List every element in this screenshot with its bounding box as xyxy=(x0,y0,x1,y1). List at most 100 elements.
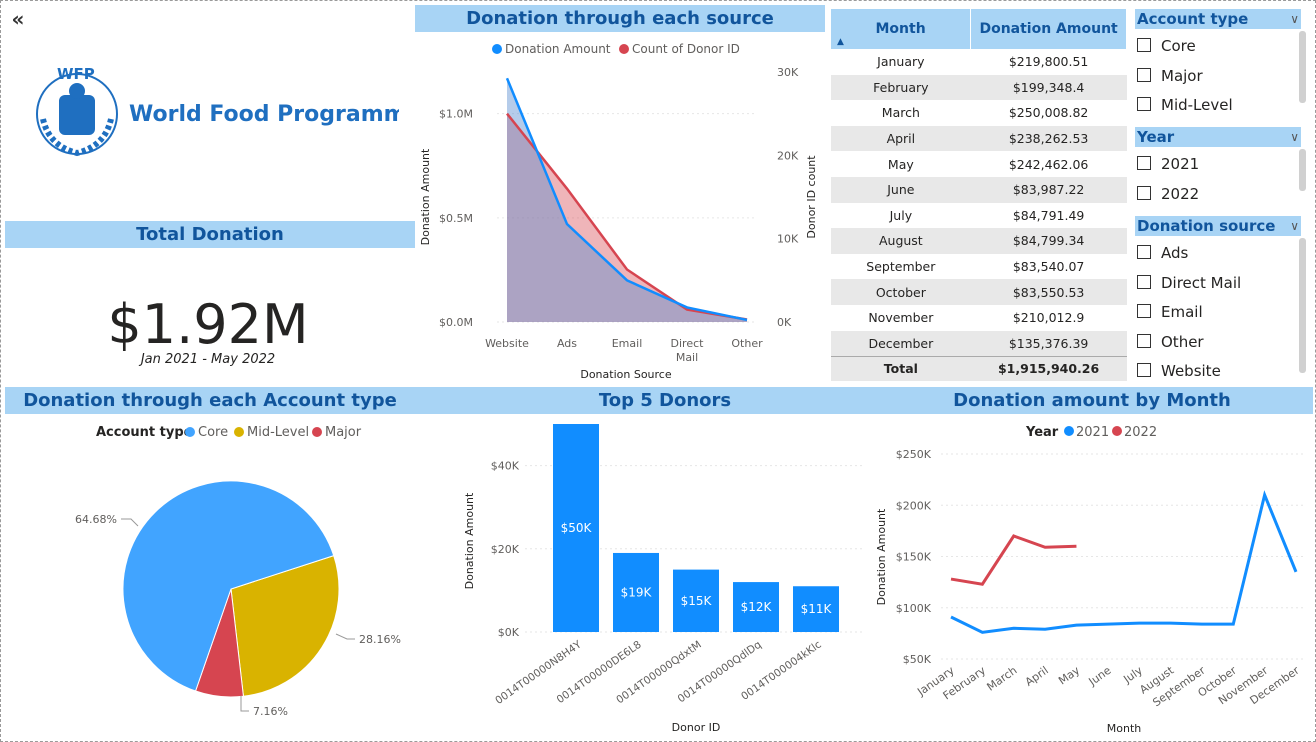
table-header-amount[interactable]: Donation Amount xyxy=(970,9,1127,49)
leader-line xyxy=(335,633,355,640)
bar-value-label: $12K xyxy=(741,600,773,614)
chevron-down-icon[interactable]: ∨ xyxy=(1290,216,1299,236)
pie-label-midlevel: 28.16% xyxy=(359,633,401,646)
y-tick-label: $0.0M xyxy=(439,316,473,329)
y2-tick-label: 10K xyxy=(777,233,799,246)
slicer-option-label: Core xyxy=(1161,37,1196,55)
table-row[interactable]: July $84,791.49 xyxy=(831,203,1127,229)
table-row[interactable]: August $84,799.34 xyxy=(831,228,1127,254)
table-row[interactable]: May $242,462.06 xyxy=(831,151,1127,177)
wfp-logo: WFP World Food Programme xyxy=(36,65,399,157)
table-row[interactable]: June $83,987.22 xyxy=(831,176,1127,203)
back-arrow-icon[interactable]: « xyxy=(7,9,29,31)
y-tick-label: $20K xyxy=(491,543,520,556)
table-cell-amount: $83,987.22 xyxy=(970,176,1127,203)
slicer-option-ads[interactable]: Ads xyxy=(1137,242,1188,264)
table-header-month[interactable]: Month ▲ xyxy=(831,9,972,49)
slicer-option-major[interactable]: Major xyxy=(1137,65,1203,87)
slicer-account-header[interactable]: Account type ∨ xyxy=(1135,9,1301,29)
slicer-option-mid-level[interactable]: Mid-Level xyxy=(1137,94,1233,116)
slicer-option-website[interactable]: Website xyxy=(1137,360,1221,382)
table-cell-amount: $219,800.51 xyxy=(1008,54,1089,70)
y-tick-label: $50K xyxy=(903,653,932,666)
y-tick-label: $0K xyxy=(498,626,520,639)
slicer-option-label: Website xyxy=(1161,362,1221,380)
slicer-option-2021[interactable]: 2021 xyxy=(1137,153,1199,175)
table-cell-month: November xyxy=(868,310,934,326)
x-axis-label: Month xyxy=(1107,722,1142,735)
checkbox-icon[interactable] xyxy=(1137,363,1151,377)
table-cell-month: January xyxy=(877,54,925,70)
area-amount xyxy=(507,78,747,322)
slicer-option-label: 2022 xyxy=(1161,184,1200,203)
table-cell-amount: $210,012.9 xyxy=(1012,310,1085,326)
slicer-year-header[interactable]: Year ∨ xyxy=(1135,127,1301,147)
y-tick-label: $100K xyxy=(896,602,932,615)
slicer-source-scrollbar[interactable] xyxy=(1299,238,1306,373)
checkbox-icon[interactable] xyxy=(1137,274,1151,289)
chevron-down-icon[interactable]: ∨ xyxy=(1290,9,1299,29)
y-axis-label: Donation Amount xyxy=(875,508,888,605)
x-tick-label: Other xyxy=(731,337,763,350)
table-cell-month: March xyxy=(881,105,920,121)
legend-marker xyxy=(312,427,322,437)
checkbox-icon[interactable] xyxy=(1137,156,1151,170)
total-donation-title: Total Donation xyxy=(5,221,415,248)
pie-label-core: 64.68% xyxy=(75,513,117,526)
checkbox-icon[interactable] xyxy=(1137,245,1151,259)
legend-marker-2022 xyxy=(1112,426,1122,436)
source-area-chart: Donation Amount Count of Donor ID $0.0M $0.… xyxy=(419,42,818,381)
table-row[interactable]: September $83,540.07 xyxy=(831,254,1127,280)
sort-asc-icon[interactable]: ▲ xyxy=(837,37,844,47)
slicer-option-email[interactable]: Email xyxy=(1137,301,1203,323)
line-2021[interactable] xyxy=(950,490,1298,634)
table-row[interactable]: March $250,008.82 xyxy=(831,100,1127,126)
month-table: Month ▲ Donation Amount January $219,800.5… xyxy=(831,9,1127,382)
table-row[interactable]: October $83,550.53 xyxy=(831,279,1127,305)
table-row[interactable]: February $199,348.4 xyxy=(831,74,1127,101)
account-pie-chart: Account type Core Mid-Level Major 64.68% 28.1… xyxy=(75,425,401,718)
table-cell-amount: $242,462.06 xyxy=(1008,156,1089,172)
chevron-down-icon[interactable]: ∨ xyxy=(1290,127,1299,147)
table-cell-amount: $199,348.4 xyxy=(970,74,1127,101)
table-row[interactable]: December $135,376.39 xyxy=(831,330,1127,357)
slicer-option-2022[interactable]: 2022 xyxy=(1137,183,1199,205)
slicer-option-direct-mail[interactable]: Direct Mail xyxy=(1137,272,1241,294)
legend-marker xyxy=(234,427,244,437)
slicer-option-core[interactable]: Core xyxy=(1137,35,1196,57)
x-tick-label: April xyxy=(1023,664,1051,689)
total-value: $1,915,940.26 xyxy=(970,355,1127,382)
table-cell-month: April xyxy=(831,125,971,152)
checkbox-icon[interactable] xyxy=(1137,97,1151,111)
y-tick-label: $200K xyxy=(896,499,932,512)
checkbox-icon[interactable] xyxy=(1137,67,1151,82)
table-cell-month: December xyxy=(831,330,971,357)
table-row[interactable]: November $210,012.9 xyxy=(831,305,1127,331)
slicer-option-other[interactable]: Other xyxy=(1137,331,1204,353)
slicer-option-label: Direct Mail xyxy=(1161,273,1242,292)
slicer-option-label: Ads xyxy=(1161,244,1189,262)
table-cell-amount: $238,262.53 xyxy=(970,125,1127,152)
bar-value-label: $15K xyxy=(681,594,713,608)
leader-line xyxy=(121,518,139,527)
legend-marker-amount xyxy=(492,44,502,54)
checkbox-icon[interactable] xyxy=(1137,333,1151,348)
line-2022[interactable] xyxy=(950,534,1077,586)
y-tick-label: $0.5M xyxy=(439,212,473,225)
table-cell-month: July xyxy=(889,207,913,223)
x-tick-label-line: Direct xyxy=(671,337,705,350)
table-cell-month: May xyxy=(887,156,914,172)
table-row[interactable]: April $238,262.53 xyxy=(831,125,1127,152)
bar-value-label: $11K xyxy=(801,602,833,616)
checkbox-icon[interactable] xyxy=(1137,185,1151,200)
checkbox-icon[interactable] xyxy=(1137,304,1151,318)
checkbox-icon[interactable] xyxy=(1137,38,1151,52)
slicer-account-scrollbar[interactable] xyxy=(1299,31,1306,103)
x-tick-label: Email xyxy=(612,337,643,350)
slicer-year-scrollbar[interactable] xyxy=(1299,149,1306,191)
slicer-source-header[interactable]: Donation source ∨ xyxy=(1135,216,1301,236)
legend-label-2021: 2021 xyxy=(1076,425,1109,440)
table-row[interactable]: January $219,800.51 xyxy=(831,49,1127,75)
bar-value-label: $50K xyxy=(561,521,593,535)
table-cell-month: September xyxy=(866,259,936,275)
